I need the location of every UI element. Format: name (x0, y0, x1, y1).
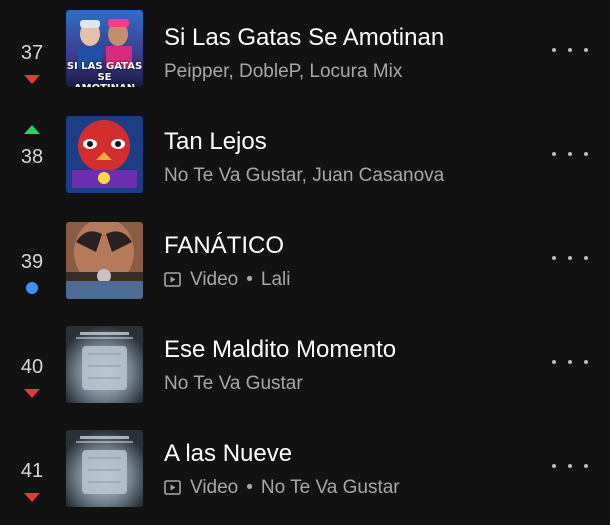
track-title[interactable]: FANÁTICO (164, 231, 284, 261)
track-meta[interactable]: Video • Lali (164, 268, 291, 292)
album-cover[interactable]: SI LAS GATAS SE AMOTINAN (66, 10, 143, 87)
trend-down-icon (24, 493, 40, 502)
track-row-40[interactable]: 40 Ese Maldito Momento No Te Va Gustar (0, 312, 610, 416)
rank-number: 39 (20, 251, 44, 273)
new-entry-icon (26, 282, 38, 294)
trend-down-icon (24, 389, 40, 398)
rank-number: 38 (20, 146, 44, 168)
video-icon (164, 271, 181, 287)
track-row-39[interactable]: 39 FANÁTICO Video • Lali (0, 208, 610, 312)
track-row-37[interactable]: 37 SI LAS GATAS SE AM (0, 0, 610, 104)
more-options-button[interactable] (552, 352, 588, 372)
album-cover[interactable] (66, 430, 143, 507)
album-cover[interactable] (66, 116, 143, 193)
more-options-button[interactable] (552, 40, 588, 60)
more-options-button[interactable] (552, 144, 588, 164)
track-title[interactable]: Si Las Gatas Se Amotinan (164, 23, 444, 53)
rank-number: 40 (20, 356, 44, 378)
more-options-button[interactable] (552, 248, 588, 268)
cover-text: SI LAS GATAS SE AMOTINAN (66, 61, 143, 87)
track-artists[interactable]: Peipper, DobleP, Locura Mix (164, 60, 402, 84)
track-title[interactable]: A las Nueve (164, 439, 292, 469)
trend-up-icon (24, 125, 40, 134)
artist-text[interactable]: Lali (261, 268, 291, 292)
rank-number: 37 (20, 42, 44, 64)
track-title[interactable]: Tan Lejos (164, 127, 267, 157)
separator-dot: • (246, 269, 253, 290)
type-label: Video (190, 269, 239, 290)
rank-column: 41 (12, 416, 52, 520)
artists-text[interactable]: Peipper, DobleP, Locura Mix (164, 60, 402, 84)
rank-column: 38 (12, 104, 52, 208)
chart-track-list: 37 SI LAS GATAS SE AM (0, 0, 610, 525)
rank-column: 40 (12, 312, 52, 416)
trend-down-icon (24, 75, 40, 84)
separator-dot: • (246, 477, 253, 498)
album-cover[interactable] (66, 222, 143, 299)
album-cover[interactable] (66, 326, 143, 403)
rank-column: 37 (12, 0, 52, 104)
rank-number: 41 (20, 460, 44, 482)
video-icon (164, 479, 181, 495)
track-artists[interactable]: No Te Va Gustar (164, 372, 303, 396)
rank-column: 39 (12, 208, 52, 312)
track-artists[interactable]: No Te Va Gustar, Juan Casanova (164, 164, 444, 188)
artists-text[interactable]: No Te Va Gustar (164, 372, 303, 396)
track-row-41[interactable]: 41 A las Nueve Video • No Te Va Gustar (0, 416, 610, 520)
track-meta[interactable]: Video • No Te Va Gustar (164, 476, 400, 500)
artists-text[interactable]: No Te Va Gustar, Juan Casanova (164, 164, 444, 188)
more-options-button[interactable] (552, 456, 588, 476)
type-label: Video (190, 477, 239, 498)
artist-text[interactable]: No Te Va Gustar (261, 476, 400, 500)
track-row-38[interactable]: 38 Tan Lejos No Te Va Gustar, Juan Casan… (0, 104, 610, 208)
track-title[interactable]: Ese Maldito Momento (164, 335, 396, 365)
